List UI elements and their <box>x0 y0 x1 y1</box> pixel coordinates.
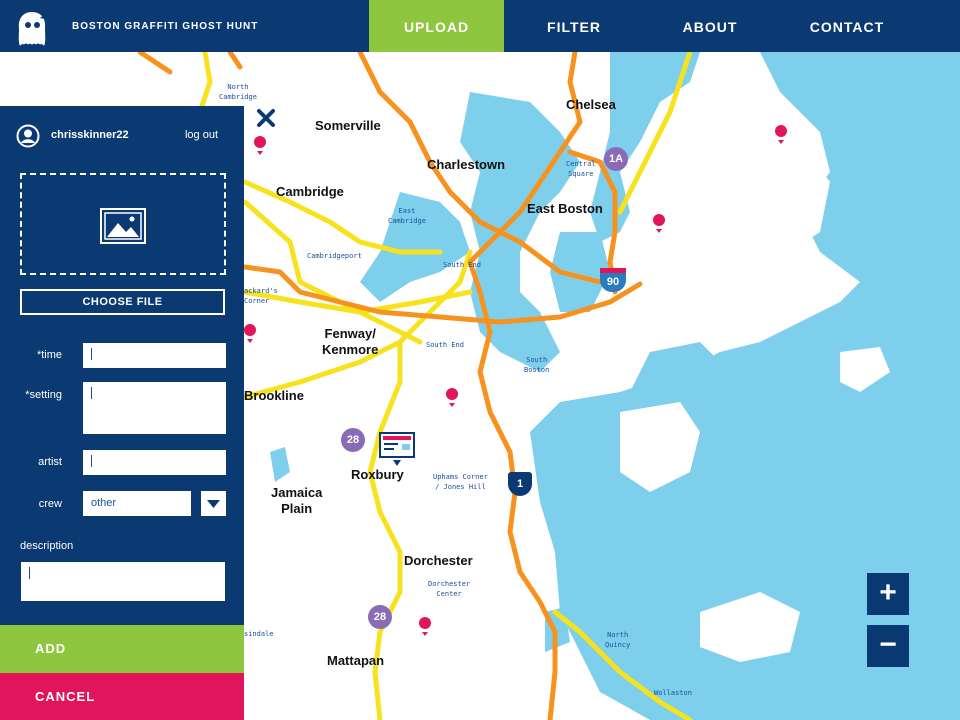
map-small-uphams-corner: Uphams Corner / Jones Hill <box>433 473 488 491</box>
time-input[interactable] <box>83 343 226 368</box>
route-1-shield: 1 <box>508 472 532 496</box>
map-small-packards-corner: ackard's Corner <box>244 287 278 305</box>
image-dropzone[interactable] <box>20 173 226 275</box>
map-label-brookline: Brookline <box>244 388 304 403</box>
route-28-shield-south: 28 <box>368 605 392 629</box>
top-navigation-bar: BOSTON GRAFFITI GHOST HUNT UPLOAD FILTER… <box>0 0 960 52</box>
route-28-shield: 28 <box>341 428 365 452</box>
map-label-jamaica-plain: Jamaica Plain <box>271 485 323 516</box>
map-label-chelsea: Chelsea <box>566 97 616 112</box>
map-small-south-end: South End <box>426 341 464 349</box>
map-small-north-quincy: North Quincy <box>605 631 631 649</box>
map-small-central-square: Central Square <box>566 160 596 178</box>
user-row: chrisskinner22 log out <box>16 124 228 148</box>
map-small-dorchester-center: Dorchester Center <box>428 580 471 598</box>
description-input[interactable] <box>21 562 225 601</box>
map-label-roxbury: Roxbury <box>351 467 404 482</box>
map-label-charlestown: Charlestown <box>427 157 506 172</box>
nav-filter[interactable]: FILTER <box>504 0 644 52</box>
map-label-mattapan: Mattapan <box>327 653 385 668</box>
zoom-in-button[interactable]: + <box>867 573 909 615</box>
close-x-marker-icon[interactable] <box>257 109 275 127</box>
username: chrisskinner22 <box>51 129 129 141</box>
ghost-logo-icon[interactable] <box>14 8 50 48</box>
site-title: BOSTON GRAFFITI GHOST HUNT <box>72 21 259 32</box>
description-label: description <box>20 540 74 552</box>
chevron-down-icon[interactable] <box>201 491 226 516</box>
image-placeholder-icon <box>100 208 146 244</box>
setting-label: *setting <box>25 389 62 401</box>
nav-upload[interactable]: UPLOAD <box>369 0 504 52</box>
map-small-cambridgeport: Cambridgeport <box>307 252 362 260</box>
add-button[interactable]: ADD <box>0 625 244 673</box>
nav-about[interactable]: ABOUT <box>644 0 776 52</box>
map-small-south-boston: South Boston <box>524 356 550 374</box>
map-small-roslindale: sindale <box>244 630 274 638</box>
route-1a-shield: 1A <box>604 147 628 171</box>
crew-label: crew <box>38 498 62 510</box>
logout-link[interactable]: log out <box>185 129 218 141</box>
time-label: *time <box>36 349 62 361</box>
main-nav: UPLOAD FILTER ABOUT CONTACT <box>369 0 918 52</box>
cancel-button[interactable]: CANCEL <box>0 673 244 720</box>
user-avatar-icon <box>16 124 40 148</box>
map-label-fenway-kenmore: Fenway/ Kenmore <box>322 326 379 357</box>
map-label-cambridge: Cambridge <box>276 184 344 199</box>
crew-select[interactable]: other <box>83 491 191 516</box>
setting-textarea[interactable] <box>83 382 226 434</box>
map-small-east-cambridge: East Cambridge <box>388 207 426 225</box>
upload-panel: chrisskinner22 log out CHOOSE FILE *time… <box>0 106 244 720</box>
interstate-90-shield: 90 <box>600 268 626 292</box>
map-small-wollaston: Wollaston <box>654 689 692 697</box>
map-small-south-end-north: South End <box>443 261 481 269</box>
map-small-north-cambridge: North Cambridge <box>219 83 257 101</box>
selected-location-marker-icon[interactable] <box>379 432 415 466</box>
artist-label: artist <box>38 456 62 468</box>
artist-input[interactable] <box>83 450 226 475</box>
nav-contact[interactable]: CONTACT <box>776 0 918 52</box>
map-label-dorchester: Dorchester <box>404 553 473 568</box>
map-label-east-boston: East Boston <box>527 201 603 216</box>
zoom-out-button[interactable]: − <box>867 625 909 667</box>
map-label-somerville: Somerville <box>315 118 381 133</box>
choose-file-button[interactable]: CHOOSE FILE <box>20 289 225 315</box>
